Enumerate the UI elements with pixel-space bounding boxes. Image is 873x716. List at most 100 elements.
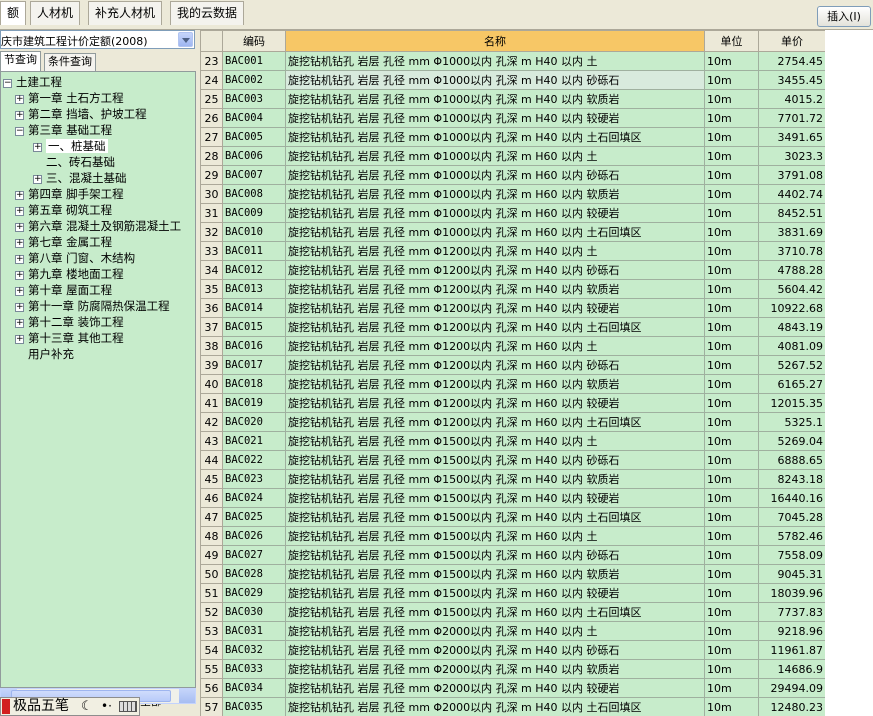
table-row[interactable]: 39 BAC017 旋挖钻机钻孔 岩层 孔径 mm Φ1200以内 孔深 m H60…: [200, 355, 826, 375]
expand-icon[interactable]: +: [33, 175, 42, 184]
quota-unit-price-cell[interactable]: 3791.08: [758, 165, 826, 185]
quota-name-cell[interactable]: 旋挖钻机钻孔 岩层 孔径 mm Φ1500以内 孔深 m H60 以内 土: [285, 526, 705, 546]
row-number-cell[interactable]: 44: [200, 450, 223, 470]
row-number-cell[interactable]: 43: [200, 431, 223, 451]
quota-unit-cell[interactable]: 10m: [704, 203, 759, 223]
table-row[interactable]: 42 BAC020 旋挖钻机钻孔 岩层 孔径 mm Φ1200以内 孔深 m H60…: [200, 412, 826, 432]
table-row[interactable]: 37 BAC015 旋挖钻机钻孔 岩层 孔径 mm Φ1200以内 孔深 m H40…: [200, 317, 826, 337]
quota-name-cell[interactable]: 旋挖钻机钻孔 岩层 孔径 mm Φ1500以内 孔深 m H40 以内 砂砾石: [285, 450, 705, 470]
row-number-cell[interactable]: 49: [200, 545, 223, 565]
quota-name-cell[interactable]: 旋挖钻机钻孔 岩层 孔径 mm Φ1200以内 孔深 m H60 以内 较硬岩: [285, 393, 705, 413]
quota-unit-price-cell[interactable]: 4402.74: [758, 184, 826, 204]
quota-name-cell[interactable]: 旋挖钻机钻孔 岩层 孔径 mm Φ1500以内 孔深 m H60 以内 砂砾石: [285, 545, 705, 565]
table-row[interactable]: 36 BAC014 旋挖钻机钻孔 岩层 孔径 mm Φ1200以内 孔深 m H40…: [200, 298, 826, 318]
row-number-cell[interactable]: 30: [200, 184, 223, 204]
collapse-icon[interactable]: −: [15, 127, 24, 136]
quota-code-cell[interactable]: BAC019: [222, 393, 286, 413]
row-number-cell[interactable]: 40: [200, 374, 223, 394]
quota-code-cell[interactable]: BAC009: [222, 203, 286, 223]
quota-unit-cell[interactable]: 10m: [704, 317, 759, 337]
table-row[interactable]: 23 BAC001 旋挖钻机钻孔 岩层 孔径 mm Φ1000以内 孔深 m H40…: [200, 51, 826, 71]
quota-name-cell[interactable]: 旋挖钻机钻孔 岩层 孔径 mm Φ1000以内 孔深 m H60 以内 软质岩: [285, 184, 705, 204]
expand-icon[interactable]: +: [15, 319, 24, 328]
quota-unit-price-cell[interactable]: 5782.46: [758, 526, 826, 546]
quota-unit-cell[interactable]: 10m: [704, 241, 759, 261]
quota-code-cell[interactable]: BAC011: [222, 241, 286, 261]
quota-unit-cell[interactable]: 10m: [704, 355, 759, 375]
quota-code-cell[interactable]: BAC026: [222, 526, 286, 546]
quota-code-cell[interactable]: BAC014: [222, 298, 286, 318]
quota-name-cell[interactable]: 旋挖钻机钻孔 岩层 孔径 mm Φ1000以内 孔深 m H40 以内 软质岩: [285, 89, 705, 109]
expand-icon[interactable]: +: [15, 287, 24, 296]
quota-unit-cell[interactable]: 10m: [704, 108, 759, 128]
quota-unit-price-cell[interactable]: 4788.28: [758, 260, 826, 280]
quota-name-cell[interactable]: 旋挖钻机钻孔 岩层 孔径 mm Φ1000以内 孔深 m H60 以内 砂砾石: [285, 165, 705, 185]
table-row[interactable]: 53 BAC031 旋挖钻机钻孔 岩层 孔径 mm Φ2000以内 孔深 m H40…: [200, 621, 826, 641]
quota-name-cell[interactable]: 旋挖钻机钻孔 岩层 孔径 mm Φ2000以内 孔深 m H40 以内 软质岩: [285, 659, 705, 679]
tab-quota[interactable]: 额: [0, 1, 27, 25]
quota-unit-price-cell[interactable]: 4015.2: [758, 89, 826, 109]
scroll-right-icon[interactable]: [179, 689, 195, 703]
table-row[interactable]: 47 BAC025 旋挖钻机钻孔 岩层 孔径 mm Φ1500以内 孔深 m H40…: [200, 507, 826, 527]
tree-item[interactable]: 用户补充: [15, 346, 74, 362]
row-number-cell[interactable]: 25: [200, 89, 223, 109]
quota-name-cell[interactable]: 旋挖钻机钻孔 岩层 孔径 mm Φ1000以内 孔深 m H40 以内 土: [285, 51, 705, 71]
quota-code-cell[interactable]: BAC025: [222, 507, 286, 527]
quota-unit-cell[interactable]: 10m: [704, 697, 759, 716]
quota-unit-cell[interactable]: 10m: [704, 431, 759, 451]
quota-unit-price-cell[interactable]: 9045.31: [758, 564, 826, 584]
row-number-cell[interactable]: 46: [200, 488, 223, 508]
quota-unit-cell[interactable]: 10m: [704, 374, 759, 394]
quota-name-cell[interactable]: 旋挖钻机钻孔 岩层 孔径 mm Φ1000以内 孔深 m H40 以内 土石回填…: [285, 127, 705, 147]
quota-unit-price-cell[interactable]: 5269.04: [758, 431, 826, 451]
quota-code-cell[interactable]: BAC018: [222, 374, 286, 394]
quota-name-cell[interactable]: 旋挖钻机钻孔 岩层 孔径 mm Φ1200以内 孔深 m H60 以内 砂砾石: [285, 355, 705, 375]
quota-unit-cell[interactable]: 10m: [704, 621, 759, 641]
expand-icon[interactable]: +: [15, 335, 24, 344]
table-row[interactable]: 35 BAC013 旋挖钻机钻孔 岩层 孔径 mm Φ1200以内 孔深 m H40…: [200, 279, 826, 299]
quota-code-cell[interactable]: BAC017: [222, 355, 286, 375]
table-row[interactable]: 51 BAC029 旋挖钻机钻孔 岩层 孔径 mm Φ1500以内 孔深 m H60…: [200, 583, 826, 603]
quota-unit-price-cell[interactable]: 4081.09: [758, 336, 826, 356]
quota-code-cell[interactable]: BAC027: [222, 545, 286, 565]
tree-item[interactable]: + 第六章 混凝土及钢筋混凝土工: [15, 218, 181, 234]
table-row[interactable]: 56 BAC034 旋挖钻机钻孔 岩层 孔径 mm Φ2000以内 孔深 m H40…: [200, 678, 826, 698]
quota-unit-price-cell[interactable]: 5325.1: [758, 412, 826, 432]
table-row[interactable]: 48 BAC026 旋挖钻机钻孔 岩层 孔径 mm Φ1500以内 孔深 m H60…: [200, 526, 826, 546]
table-row[interactable]: 31 BAC009 旋挖钻机钻孔 岩层 孔径 mm Φ1000以内 孔深 m H60…: [200, 203, 826, 223]
expand-icon[interactable]: +: [15, 303, 24, 312]
half-width-moon-icon[interactable]: ☾: [81, 698, 93, 715]
quota-name-cell[interactable]: 旋挖钻机钻孔 岩层 孔径 mm Φ1200以内 孔深 m H40 以内 土: [285, 241, 705, 261]
quota-unit-price-cell[interactable]: 3491.65: [758, 127, 826, 147]
quota-unit-cell[interactable]: 10m: [704, 51, 759, 71]
quota-unit-cell[interactable]: 10m: [704, 184, 759, 204]
quota-name-cell[interactable]: 旋挖钻机钻孔 岩层 孔径 mm Φ2000以内 孔深 m H40 以内 较硬岩: [285, 678, 705, 698]
tree-item[interactable]: + 第五章 砌筑工程: [15, 202, 112, 218]
expand-icon[interactable]: +: [15, 207, 24, 216]
table-row[interactable]: 29 BAC007 旋挖钻机钻孔 岩层 孔径 mm Φ1000以内 孔深 m H60…: [200, 165, 826, 185]
header-unit[interactable]: 单位: [704, 30, 759, 52]
quota-unit-price-cell[interactable]: 12015.35: [758, 393, 826, 413]
quota-code-cell[interactable]: BAC023: [222, 469, 286, 489]
quota-name-cell[interactable]: 旋挖钻机钻孔 岩层 孔径 mm Φ1200以内 孔深 m H60 以内 土: [285, 336, 705, 356]
tree-item[interactable]: + 第八章 门窗、木结构: [15, 250, 135, 266]
quota-code-cell[interactable]: BAC033: [222, 659, 286, 679]
quota-code-cell[interactable]: BAC010: [222, 222, 286, 242]
expand-icon[interactable]: +: [15, 271, 24, 280]
row-number-cell[interactable]: 47: [200, 507, 223, 527]
quota-name-cell[interactable]: 旋挖钻机钻孔 岩层 孔径 mm Φ2000以内 孔深 m H40 以内 土石回填…: [285, 697, 705, 716]
row-number-cell[interactable]: 37: [200, 317, 223, 337]
row-number-cell[interactable]: 55: [200, 659, 223, 679]
table-row[interactable]: 49 BAC027 旋挖钻机钻孔 岩层 孔径 mm Φ1500以内 孔深 m H60…: [200, 545, 826, 565]
quota-unit-cell[interactable]: 10m: [704, 659, 759, 679]
quota-unit-cell[interactable]: 10m: [704, 146, 759, 166]
table-row[interactable]: 46 BAC024 旋挖钻机钻孔 岩层 孔径 mm Φ1500以内 孔深 m H40…: [200, 488, 826, 508]
tree-item[interactable]: + 第二章 挡墙、护坡工程: [15, 106, 147, 122]
row-number-cell[interactable]: 39: [200, 355, 223, 375]
quota-code-cell[interactable]: BAC008: [222, 184, 286, 204]
row-number-cell[interactable]: 54: [200, 640, 223, 660]
table-row[interactable]: 40 BAC018 旋挖钻机钻孔 岩层 孔径 mm Φ1200以内 孔深 m H60…: [200, 374, 826, 394]
row-number-cell[interactable]: 28: [200, 146, 223, 166]
quota-unit-cell[interactable]: 10m: [704, 450, 759, 470]
quota-unit-price-cell[interactable]: 12480.23: [758, 697, 826, 716]
